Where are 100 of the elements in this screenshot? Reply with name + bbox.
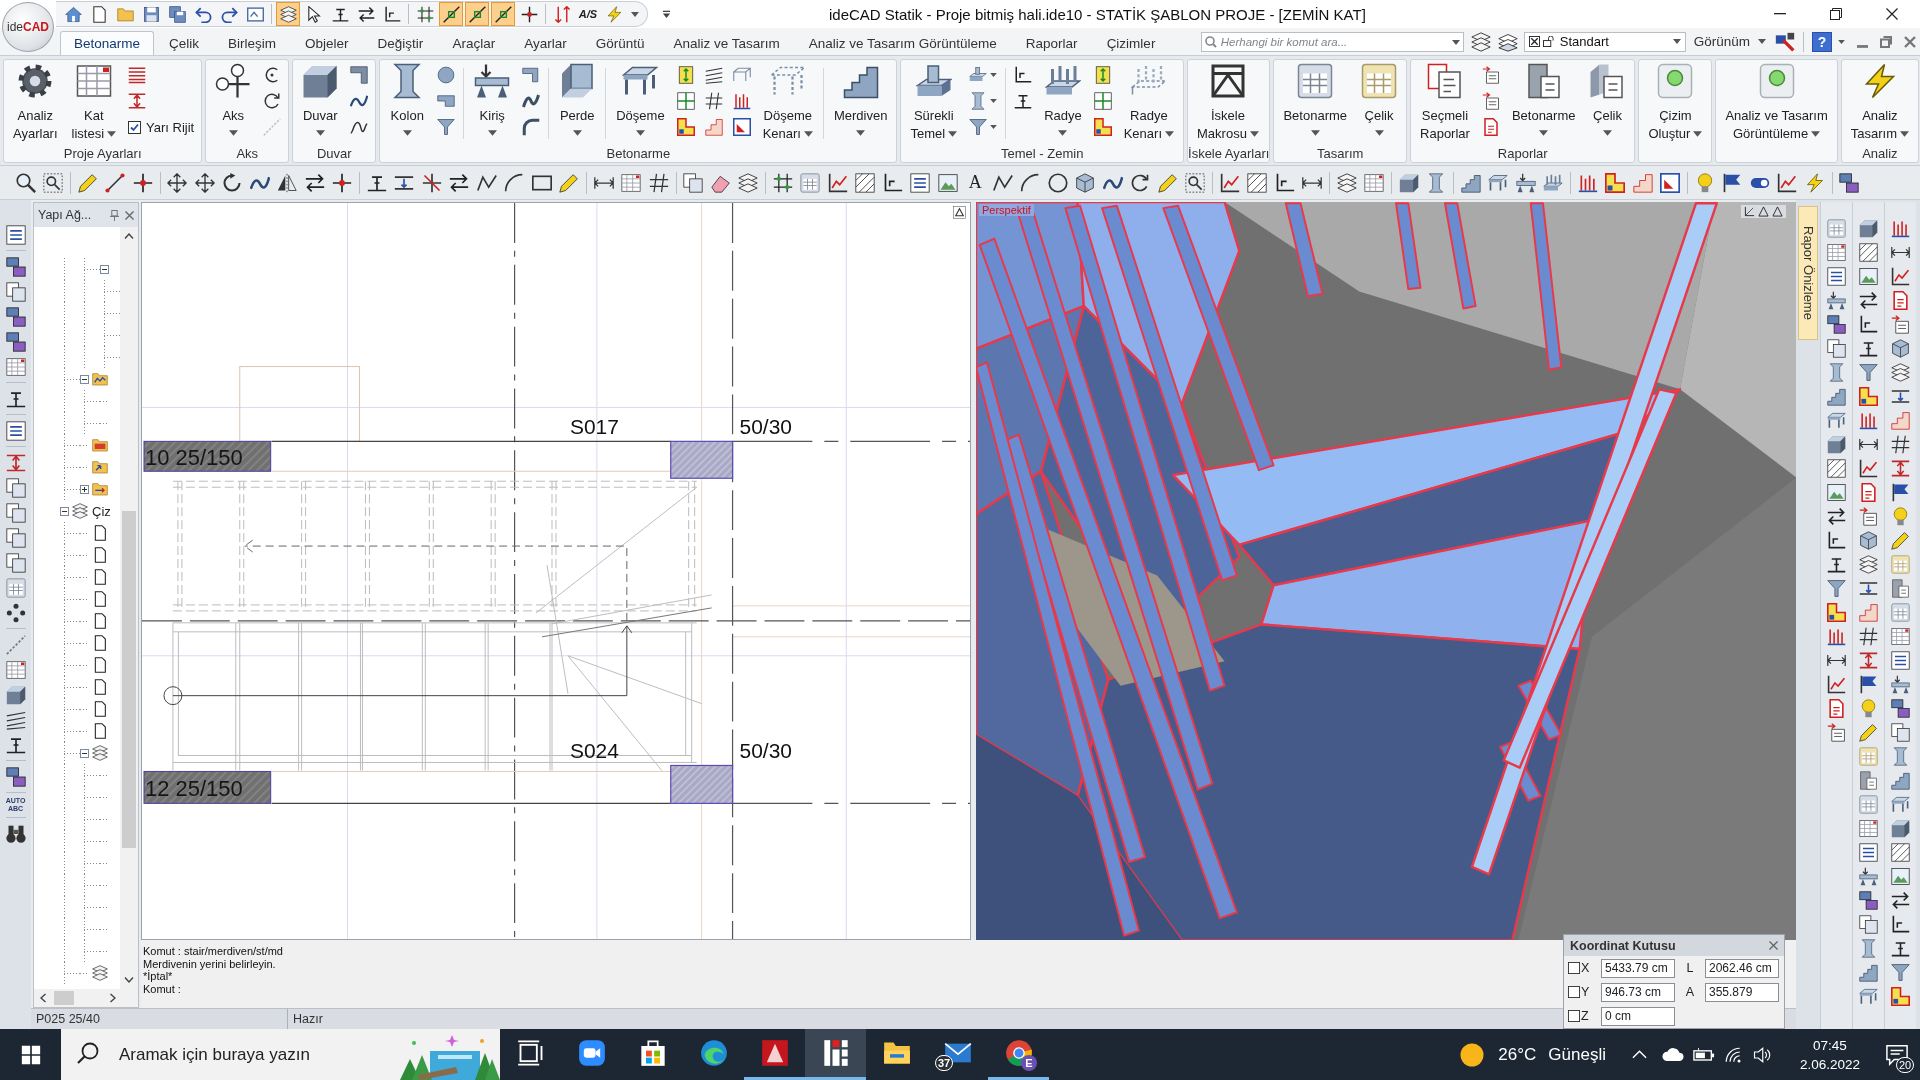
rectangles-icon[interactable] xyxy=(1891,698,1910,718)
close-icon[interactable] xyxy=(1769,941,1778,950)
close-icon[interactable] xyxy=(1904,35,1916,48)
bars-icon[interactable] xyxy=(1891,218,1910,238)
arrows-icon[interactable] xyxy=(449,172,470,193)
ribbon-tab[interactable]: Analiz ve Tasarım xyxy=(659,31,794,55)
corner-icon[interactable] xyxy=(1014,66,1033,84)
beam-icon[interactable] xyxy=(1891,674,1910,694)
image-icon[interactable] xyxy=(1827,482,1846,502)
column-icon[interactable] xyxy=(1827,362,1846,382)
hatch-icon[interactable] xyxy=(1247,172,1268,193)
tee-icon[interactable] xyxy=(1014,92,1033,110)
chevron-up-icon[interactable] xyxy=(124,233,134,239)
layers-icon[interactable] xyxy=(92,745,108,761)
funnel-icon[interactable] xyxy=(437,118,456,136)
rotate-icon[interactable] xyxy=(222,172,243,193)
funnel-icon[interactable] xyxy=(1859,362,1878,382)
ribbon-button[interactable]: Betonarme xyxy=(1504,62,1583,145)
image-icon[interactable] xyxy=(1859,266,1878,286)
grid-table-icon[interactable] xyxy=(1891,626,1910,646)
column-shape[interactable] xyxy=(670,440,734,479)
bars-icon[interactable] xyxy=(732,92,751,110)
dots-icon[interactable] xyxy=(5,602,26,623)
page-icon[interactable] xyxy=(92,591,108,607)
beam-icon[interactable] xyxy=(1827,290,1846,310)
block-icon[interactable] xyxy=(1891,818,1910,838)
document-arrow-icon[interactable] xyxy=(1481,66,1500,84)
document-icon[interactable] xyxy=(1859,770,1878,790)
ribbon-tab[interactable]: Çizimler xyxy=(1092,31,1170,55)
corner-icon[interactable] xyxy=(1274,172,1295,193)
style-dropdown[interactable]: Standart xyxy=(1523,31,1686,52)
hash-icon[interactable] xyxy=(1859,626,1878,646)
collapse-icon[interactable] xyxy=(80,748,89,758)
coordinate-field[interactable]: 0 cm xyxy=(1601,1006,1675,1026)
chart-icon[interactable] xyxy=(1859,458,1878,478)
copy-icon[interactable] xyxy=(5,502,26,523)
layers-icon[interactable] xyxy=(1336,172,1357,193)
copy-icon[interactable] xyxy=(5,552,26,573)
page-icon[interactable] xyxy=(92,547,108,563)
caret-icon[interactable] xyxy=(990,73,998,77)
ribbon-button[interactable]: Kat listesi xyxy=(64,62,124,145)
wifi-icon[interactable] xyxy=(1723,1045,1742,1064)
corner-icon[interactable] xyxy=(882,172,903,193)
weather-condition[interactable]: Güneşli xyxy=(1548,1044,1606,1065)
scrollbar[interactable] xyxy=(34,989,138,1007)
page-icon[interactable] xyxy=(1481,118,1500,136)
caret-icon[interactable] xyxy=(990,99,998,103)
pencil-icon[interactable] xyxy=(1157,172,1178,193)
rectangles-icon[interactable] xyxy=(1827,314,1846,334)
expand-icon[interactable] xyxy=(80,484,89,494)
grid-table-icon[interactable] xyxy=(5,356,26,377)
footing-icon[interactable] xyxy=(969,66,988,84)
stairs-icon[interactable] xyxy=(1891,770,1910,790)
taskbar-button[interactable]: E xyxy=(988,1029,1049,1080)
cube-icon[interactable] xyxy=(1859,530,1878,550)
folder-icon[interactable] xyxy=(92,437,108,453)
stairs-icon[interactable] xyxy=(1827,386,1846,406)
layers-icon[interactable] xyxy=(1470,31,1491,52)
list-icon[interactable] xyxy=(1827,266,1846,286)
caret-icon[interactable] xyxy=(1838,39,1845,44)
crosshair-icon[interactable] xyxy=(332,172,353,193)
column-icon[interactable] xyxy=(1859,938,1878,958)
hatch-icon[interactable] xyxy=(1859,242,1878,262)
layers-icon[interactable] xyxy=(72,503,88,519)
folder-icon[interactable] xyxy=(92,371,108,387)
l-shape-icon[interactable] xyxy=(1827,602,1846,622)
quadrant-icon[interactable] xyxy=(676,92,695,110)
block-icon[interactable] xyxy=(1859,218,1878,238)
sun-icon[interactable] xyxy=(1460,1042,1485,1067)
copy-icon[interactable] xyxy=(1859,914,1878,934)
ribbon-tab[interactable]: Analiz ve Tasarım Görüntüleme xyxy=(794,31,1011,55)
corner-shape-icon[interactable] xyxy=(350,66,369,84)
text-tool-button[interactable]: A xyxy=(965,171,986,194)
tools-icon[interactable] xyxy=(1775,31,1795,52)
arc-icon[interactable] xyxy=(522,118,541,136)
beam-block[interactable]: 10 25/150 xyxy=(143,440,272,472)
image-icon[interactable] xyxy=(937,172,958,193)
rectangles-icon[interactable] xyxy=(5,766,26,787)
copy-icon[interactable] xyxy=(5,477,26,498)
coordinate-field[interactable]: 5433.79 cm xyxy=(1601,958,1675,978)
hatch-lines-icon[interactable] xyxy=(5,709,26,730)
page-icon[interactable] xyxy=(92,635,108,651)
ribbon-tab[interactable]: Değiştir xyxy=(363,31,438,55)
arc-icon[interactable] xyxy=(1020,172,1041,193)
slab-posts-icon[interactable] xyxy=(1543,172,1564,193)
rectangles-icon[interactable] xyxy=(5,331,26,352)
page-icon[interactable] xyxy=(92,657,108,673)
layers-icon[interactable] xyxy=(1891,362,1910,382)
move-icon[interactable] xyxy=(167,172,188,193)
ribbon-button[interactable]: Analiz Ayarları xyxy=(6,62,65,145)
document-arrow-icon[interactable] xyxy=(1481,92,1500,110)
refresh-icon[interactable] xyxy=(1130,172,1151,193)
ribbon-button[interactable]: Çelik xyxy=(1582,62,1633,145)
rectangles-icon[interactable] xyxy=(1859,890,1878,910)
flag-icon[interactable] xyxy=(1859,674,1878,694)
side-tab[interactable]: Rapor Önizleme xyxy=(1798,206,1818,340)
caret-icon[interactable] xyxy=(631,11,639,17)
cube-icon[interactable] xyxy=(1891,338,1910,358)
flag-icon[interactable] xyxy=(1891,482,1910,502)
clock-time[interactable]: 07:45 xyxy=(1813,1035,1847,1055)
